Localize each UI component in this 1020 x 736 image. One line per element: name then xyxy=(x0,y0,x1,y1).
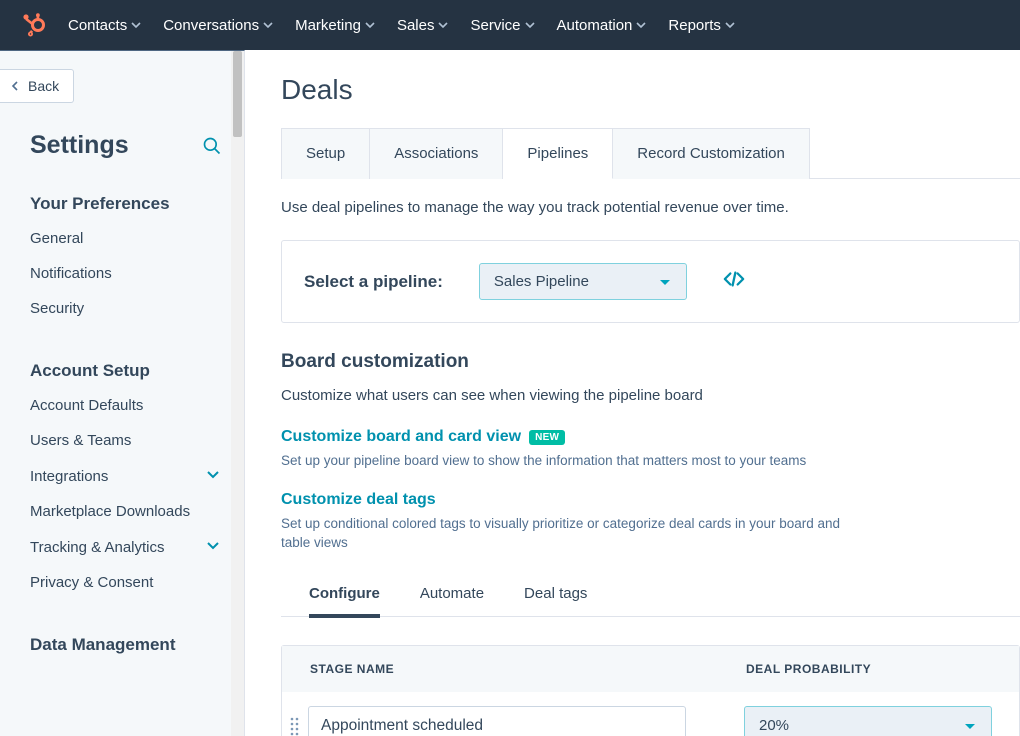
chevron-down-icon xyxy=(206,538,220,556)
nav-conversations[interactable]: Conversations xyxy=(163,17,273,34)
nav-service[interactable]: Service xyxy=(470,17,534,34)
back-button[interactable]: Back xyxy=(0,69,74,103)
chevron-down-icon xyxy=(525,20,535,30)
sidebar-item-tracking-analytics[interactable]: Tracking & Analytics xyxy=(30,538,230,556)
nav-reports[interactable]: Reports xyxy=(668,17,735,34)
settings-sidebar: Back Settings Your Preferences General N… xyxy=(0,50,245,736)
sidebar-heading-account-setup: Account Setup xyxy=(30,361,230,381)
pipelines-description: Use deal pipelines to manage the way you… xyxy=(281,199,1020,216)
drag-handle-icon[interactable] xyxy=(290,716,300,736)
tab-setup[interactable]: Setup xyxy=(281,128,370,179)
sidebar-item-notifications[interactable]: Notifications xyxy=(30,265,230,282)
col-deal-probability: DEAL PROBABILITY xyxy=(746,662,871,676)
sidebar-scrollbar[interactable] xyxy=(231,51,244,736)
nav-marketing[interactable]: Marketing xyxy=(295,17,375,34)
deal-probability-value: 20% xyxy=(759,717,789,734)
inner-tabs: Configure Automate Deal tags xyxy=(281,573,1020,617)
stage-name-input[interactable] xyxy=(308,706,686,736)
main-content: Deals Setup Associations Pipelines Recor… xyxy=(245,50,1020,736)
chevron-down-icon xyxy=(658,275,672,289)
pipeline-dropdown-value: Sales Pipeline xyxy=(494,273,589,290)
chevron-down-icon xyxy=(725,20,735,30)
chevron-down-icon xyxy=(131,20,141,30)
top-nav-items: Contacts Conversations Marketing Sales S… xyxy=(68,17,735,34)
customize-board-link[interactable]: Customize board and card view NEW xyxy=(281,428,565,446)
sidebar-heading-preferences: Your Preferences xyxy=(30,194,230,214)
new-badge: NEW xyxy=(529,430,565,445)
chevron-left-icon xyxy=(10,81,20,91)
nav-contacts[interactable]: Contacts xyxy=(68,17,141,34)
chevron-down-icon xyxy=(263,20,273,30)
page-title: Deals xyxy=(281,74,1020,106)
sidebar-heading-data-management: Data Management xyxy=(30,635,230,655)
sidebar-item-marketplace-downloads[interactable]: Marketplace Downloads xyxy=(30,503,230,520)
code-icon[interactable] xyxy=(723,268,745,295)
select-pipeline-box: Select a pipeline: Sales Pipeline xyxy=(281,240,1020,323)
scroll-thumb[interactable] xyxy=(233,51,242,137)
chevron-down-icon xyxy=(438,20,448,30)
customize-deal-tags-sub: Set up conditional colored tags to visua… xyxy=(281,515,851,553)
pipeline-dropdown[interactable]: Sales Pipeline xyxy=(479,263,687,300)
col-stage-name: STAGE NAME xyxy=(310,662,746,676)
settings-title: Settings xyxy=(30,131,129,160)
search-icon[interactable] xyxy=(202,136,222,156)
inner-tab-automate[interactable]: Automate xyxy=(420,573,484,616)
sidebar-item-privacy-consent[interactable]: Privacy & Consent xyxy=(30,574,230,591)
table-row: 20% xyxy=(282,692,1019,736)
hubspot-logo[interactable] xyxy=(22,13,46,37)
back-label: Back xyxy=(28,78,59,94)
sidebar-item-security[interactable]: Security xyxy=(30,300,230,317)
customize-board-sub: Set up your pipeline board view to show … xyxy=(281,452,1020,471)
sidebar-item-account-defaults[interactable]: Account Defaults xyxy=(30,397,230,414)
inner-tab-deal-tags[interactable]: Deal tags xyxy=(524,573,587,616)
select-pipeline-label: Select a pipeline: xyxy=(304,272,443,292)
board-customization-text: Customize what users can see when viewin… xyxy=(281,387,1020,404)
chevron-down-icon xyxy=(636,20,646,30)
tab-associations[interactable]: Associations xyxy=(370,128,503,179)
tab-record-customization[interactable]: Record Customization xyxy=(613,128,810,179)
tab-pipelines[interactable]: Pipelines xyxy=(503,128,613,179)
top-tabs: Setup Associations Pipelines Record Cust… xyxy=(281,128,1020,179)
nav-sales[interactable]: Sales xyxy=(397,17,449,34)
customize-deal-tags-link[interactable]: Customize deal tags xyxy=(281,491,436,509)
sidebar-item-general[interactable]: General xyxy=(30,230,230,247)
chevron-down-icon xyxy=(206,467,220,485)
nav-automation[interactable]: Automation xyxy=(557,17,647,34)
sidebar-item-users-teams[interactable]: Users & Teams xyxy=(30,432,230,449)
stages-table: STAGE NAME DEAL PROBABILITY 20% xyxy=(281,645,1020,736)
board-customization-heading: Board customization xyxy=(281,351,1020,373)
deal-probability-dropdown[interactable]: 20% xyxy=(744,706,992,736)
sidebar-item-integrations[interactable]: Integrations xyxy=(30,467,230,485)
top-nav: Contacts Conversations Marketing Sales S… xyxy=(0,0,1020,50)
chevron-down-icon xyxy=(963,719,977,733)
chevron-down-icon xyxy=(365,20,375,30)
inner-tab-configure[interactable]: Configure xyxy=(309,573,380,618)
